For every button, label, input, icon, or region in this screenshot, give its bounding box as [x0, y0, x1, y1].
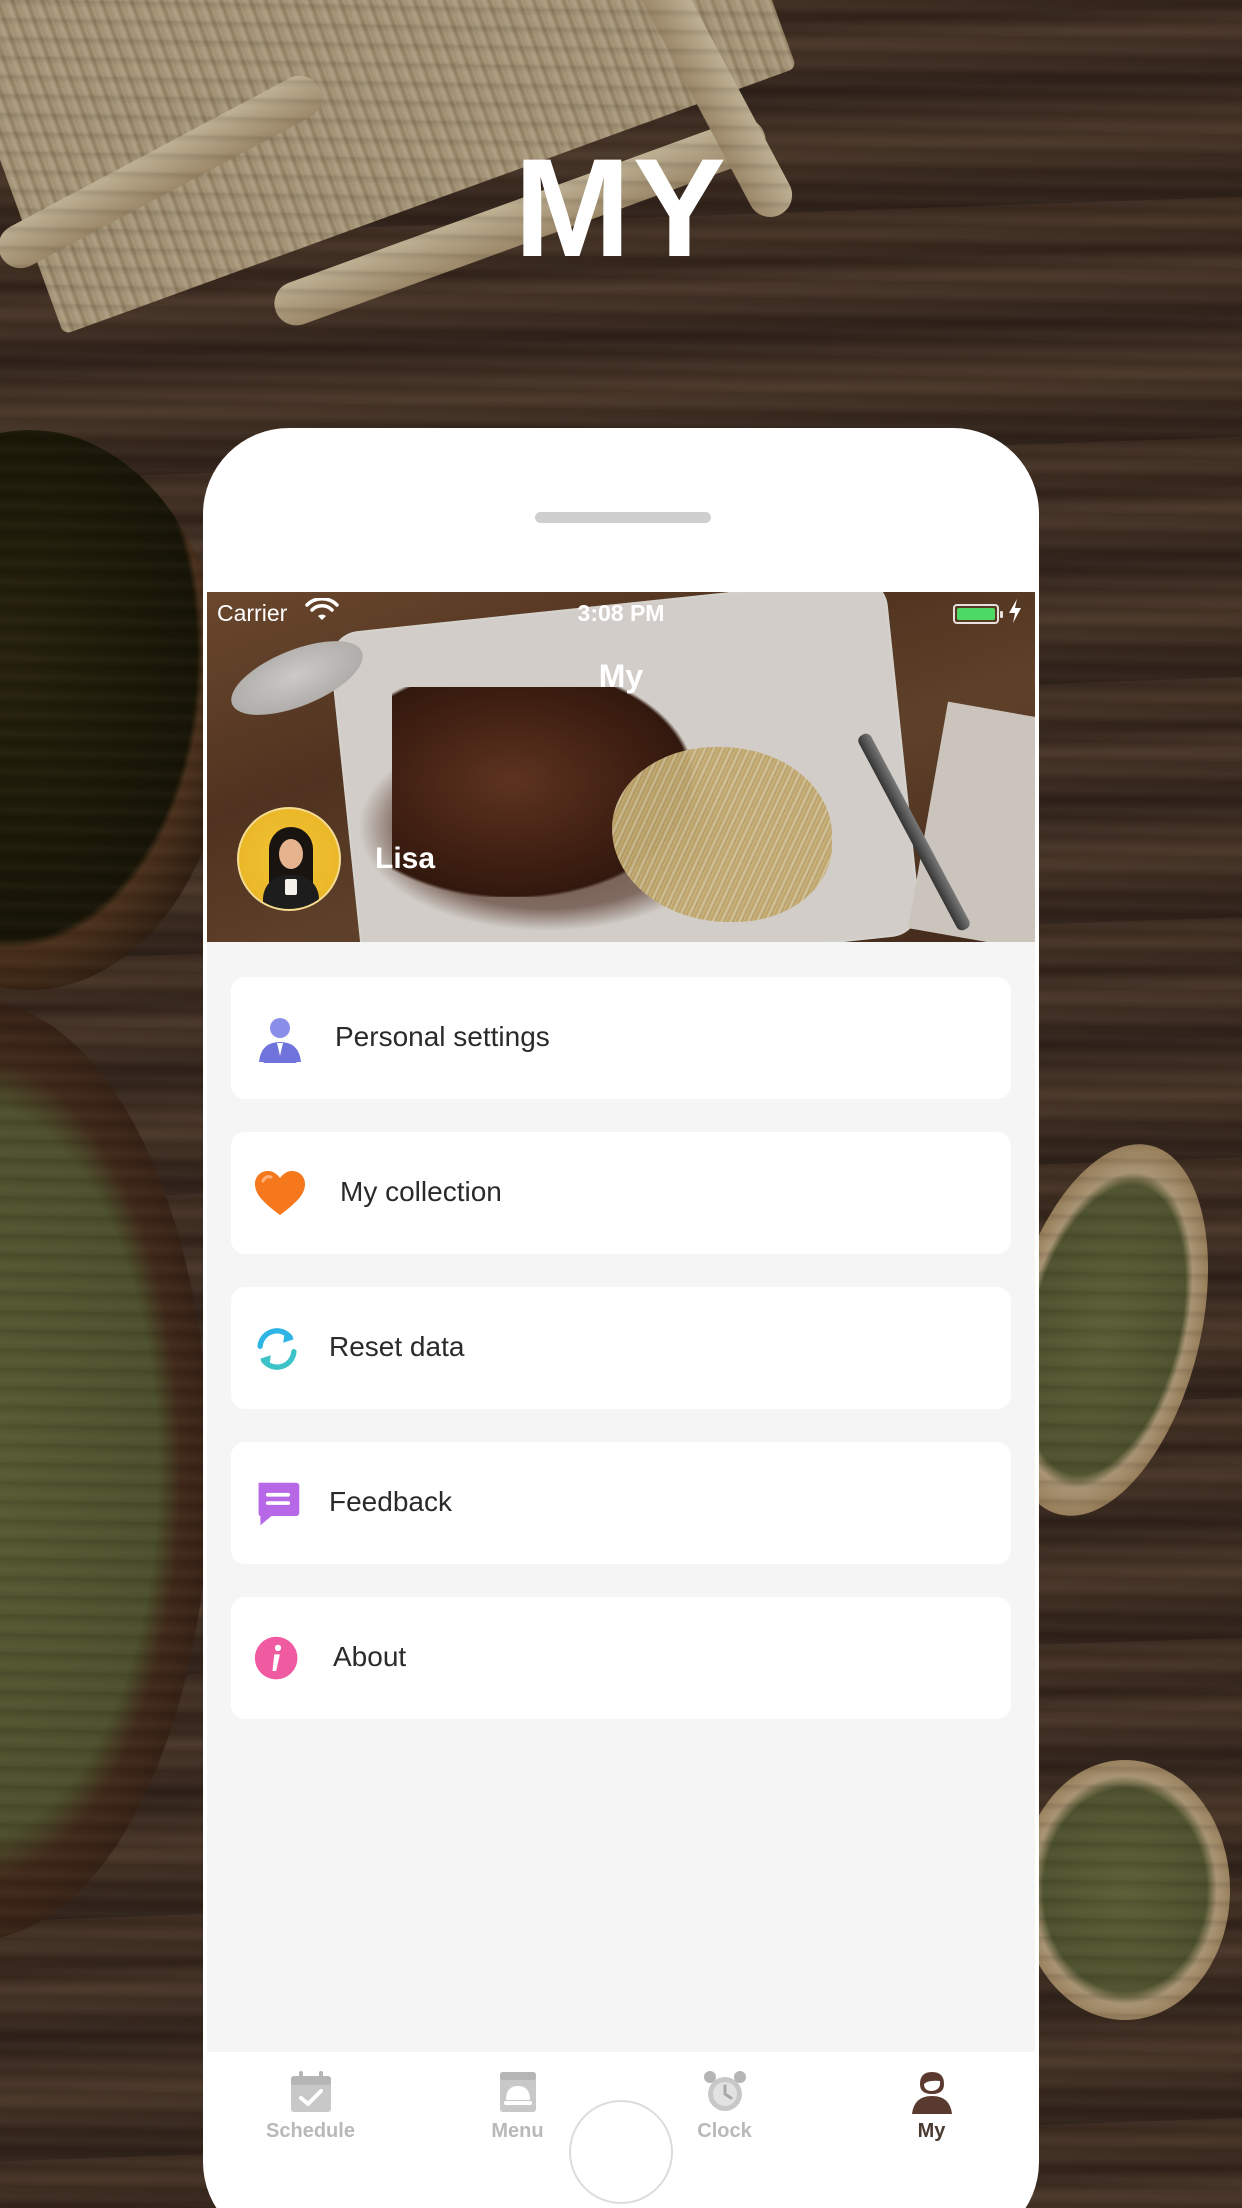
menu-item-my-collection[interactable]: My collection: [231, 1132, 1011, 1254]
home-button[interactable]: [569, 2100, 673, 2204]
refresh-icon: [257, 1328, 297, 1370]
tab-my[interactable]: My: [828, 2052, 1035, 2152]
info-icon: [254, 1636, 298, 1680]
menu-item-about[interactable]: About: [231, 1597, 1011, 1719]
tab-label: Schedule: [266, 2120, 355, 2142]
cloche-icon: [499, 2072, 536, 2112]
phone-speaker: [535, 512, 711, 523]
message-icon: [258, 1482, 300, 1526]
status-bar: Carrier 3:08 PM: [207, 592, 1035, 632]
menu-item-label: About: [333, 1641, 407, 1672]
menu-item-label: Feedback: [329, 1486, 452, 1517]
charging-bolt-icon: [1009, 599, 1021, 623]
alarm-clock-icon: [703, 2071, 746, 2111]
app-screen: Carrier 3:08 PM My Lisa Personal setting…: [207, 592, 1035, 2152]
person-icon: [259, 1018, 301, 1063]
menu-item-reset-data[interactable]: Reset data: [231, 1287, 1011, 1409]
page-headline: MY: [514, 129, 728, 286]
menu-item-feedback[interactable]: Feedback: [231, 1442, 1011, 1564]
status-time: 3:08 PM: [577, 600, 665, 626]
menu-item-personal-settings[interactable]: Personal settings: [231, 977, 1011, 1099]
settings-menu: Personal settings My collection Reset da…: [231, 977, 1011, 1752]
phone-frame: Carrier 3:08 PM My Lisa Personal setting…: [203, 428, 1039, 2208]
tab-schedule[interactable]: Schedule: [207, 2052, 414, 2152]
menu-item-label: My collection: [340, 1176, 502, 1207]
username: Lisa: [375, 842, 436, 875]
profile-header: Carrier 3:08 PM My Lisa: [207, 592, 1035, 942]
screen-title: My: [598, 658, 644, 694]
menu-item-label: Reset data: [329, 1331, 465, 1362]
heart-icon: [255, 1171, 305, 1215]
calendar-check-icon: [290, 2071, 331, 2112]
avatar[interactable]: [237, 807, 341, 911]
battery-icon: [953, 604, 1003, 624]
user-profile-icon: [911, 2072, 952, 2114]
tab-label: My: [917, 2120, 946, 2142]
menu-item-label: Personal settings: [335, 1021, 550, 1052]
